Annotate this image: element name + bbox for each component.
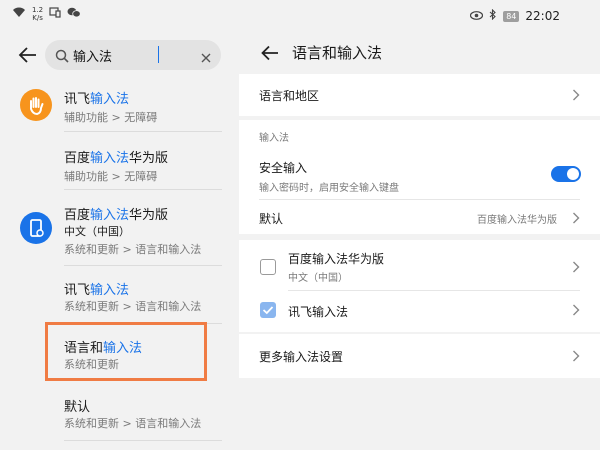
- back-arrow-icon[interactable]: [259, 42, 281, 64]
- secure-input-description: 输入密码时，启用安全输入键盘: [259, 183, 399, 194]
- status-bar: 1.2 K/s 84 22:02: [0, 0, 600, 32]
- screen-cast-icon: [49, 7, 61, 21]
- default-value: 百度输入法华为版: [477, 215, 557, 226]
- divider: [64, 265, 222, 266]
- detail-pane: 语言和输入法 语言和地区 输入法 安全输入 输入密码时，启用安全输入键盘 默认 …: [239, 32, 600, 450]
- input-method-name: 百度输入法华为版: [288, 252, 385, 266]
- search-icon: [55, 48, 69, 63]
- network-speed: 1.2 K/s: [32, 6, 44, 22]
- result-path: 系统和更新 > 语言和输入法: [64, 300, 202, 313]
- back-arrow-icon[interactable]: [16, 43, 40, 67]
- bluetooth-icon: [489, 8, 497, 23]
- detail-header: 语言和输入法: [239, 32, 600, 72]
- input-method-name: 讯飞输入法: [288, 305, 349, 319]
- search-result-item[interactable]: 讯飞输入法 辅助功能 > 无障碍: [0, 80, 239, 138]
- chevron-right-icon: [573, 261, 580, 273]
- page-title: 语言和输入法: [292, 44, 383, 62]
- search-result-item[interactable]: 讯飞输入法 系统和更新 > 语言和输入法: [0, 271, 239, 327]
- clear-icon[interactable]: [200, 49, 212, 63]
- result-path: 辅助功能 > 无障碍: [64, 170, 158, 183]
- wechat-icon: [67, 7, 81, 21]
- chevron-right-icon: [573, 350, 580, 362]
- search-input[interactable]: [73, 44, 191, 66]
- more-input-settings-label: 更多输入法设置: [259, 350, 344, 364]
- toggle-knob: [567, 168, 579, 180]
- result-path: 系统和更新 > 语言和输入法: [64, 243, 202, 256]
- system-phone-icon: [20, 212, 52, 244]
- checkbox-unchecked[interactable]: [260, 259, 276, 275]
- result-title: 讯飞输入法: [64, 283, 130, 298]
- result-title: 百度输入法华为版: [64, 208, 169, 223]
- clock: 22:02: [525, 9, 560, 23]
- search-result-item[interactable]: 默认 系统和更新 > 语言和输入法: [0, 388, 239, 444]
- result-title: 讯飞输入法: [64, 92, 130, 107]
- secure-input-label: 安全输入: [259, 161, 308, 175]
- language-region-label: 语言和地区: [259, 89, 320, 103]
- chevron-right-icon: [573, 89, 580, 101]
- divider: [259, 199, 580, 200]
- section-header-input-method: 输入法: [259, 133, 289, 144]
- search-result-item[interactable]: 百度输入法华为版 中文（中国） 系统和更新 > 语言和输入法: [0, 195, 239, 267]
- annotation-highlight-box: [45, 322, 207, 381]
- result-path: 系统和更新 > 语言和输入法: [64, 417, 202, 430]
- hand-accessibility-icon: [20, 89, 52, 121]
- eye-comfort-icon: [470, 10, 484, 23]
- result-locale: 中文（中国）: [64, 225, 130, 238]
- result-title: 默认: [64, 400, 91, 415]
- divider: [64, 440, 222, 441]
- battery-indicator: 84: [503, 10, 520, 22]
- search-box[interactable]: [45, 40, 221, 70]
- search-results-pane: 讯飞输入法 辅助功能 > 无障碍 百度输入法华为版 辅助功能 > 无障碍 百度输…: [0, 32, 239, 450]
- search-bar-row: [0, 37, 239, 73]
- secure-input-toggle[interactable]: [551, 166, 581, 182]
- language-region-row[interactable]: 语言和地区: [239, 74, 600, 116]
- text-caret: [158, 46, 159, 63]
- result-path: 辅助功能 > 无障碍: [64, 111, 158, 124]
- checkbox-checked[interactable]: [260, 302, 276, 318]
- divider: [288, 290, 580, 291]
- input-method-locale: 中文（中国）: [288, 273, 348, 284]
- input-methods-list: 百度输入法华为版 中文（中国） 讯飞输入法: [239, 240, 600, 332]
- checkmark-icon: [262, 306, 274, 315]
- search-result-item[interactable]: 百度输入法华为版 辅助功能 > 无障碍: [0, 137, 239, 195]
- input-method-card: 输入法 安全输入 输入密码时，启用安全输入键盘 默认 百度输入法华为版: [239, 120, 600, 234]
- more-input-settings-row[interactable]: 更多输入法设置: [239, 334, 600, 378]
- wifi-icon: [12, 7, 26, 21]
- chevron-right-icon: [573, 304, 580, 316]
- default-label: 默认: [259, 212, 284, 226]
- result-title: 百度输入法华为版: [64, 151, 169, 166]
- chevron-right-icon: [573, 212, 580, 224]
- divider: [64, 189, 222, 190]
- divider: [64, 131, 222, 132]
